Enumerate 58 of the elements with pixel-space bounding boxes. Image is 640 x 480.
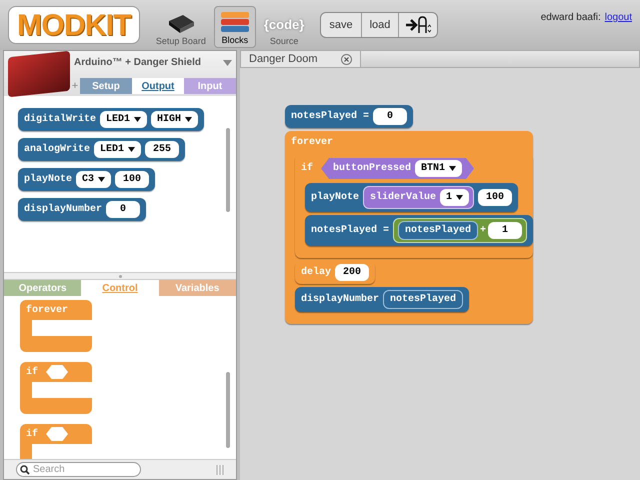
block-label: if: [301, 162, 314, 176]
command-block[interactable]: delay 200: [295, 261, 376, 284]
mode-button[interactable]: Setup Board: [152, 6, 210, 48]
command-block[interactable]: digitalWrite LED1 HIGH: [18, 108, 204, 131]
document-tab[interactable]: Danger Doom: [241, 51, 362, 67]
number-field[interactable]: 0: [373, 108, 408, 125]
dropdown-field[interactable]: HIGH: [151, 111, 198, 128]
code-glyph: {code}: [264, 16, 304, 34]
variable-block[interactable]: notesPlayed: [398, 221, 478, 240]
dropdown-field[interactable]: LED1: [100, 111, 148, 128]
number-field[interactable]: 255: [145, 141, 180, 158]
mode-button[interactable]: Blocks: [214, 6, 256, 48]
block-label: digitalWrite: [24, 112, 96, 127]
forever-block[interactable]: forever if buttonPressed BTN1 playNote sliderValue 1 100 notesPlayed = notesPlayed + 1 delay 200 displayNumber notesPlayed: [285, 131, 534, 324]
block-label: analogWrite: [24, 142, 90, 157]
block-label: forever: [291, 136, 334, 150]
block-label: forever: [26, 304, 68, 318]
number-field[interactable]: 0: [106, 201, 140, 218]
dropdown-field[interactable]: LED1: [94, 141, 142, 158]
board-dropdown[interactable]: Arduino™ + Danger Shield: [70, 51, 236, 74]
dropdown-field[interactable]: C3: [76, 171, 112, 188]
dropdown-field[interactable]: BTN1: [415, 160, 462, 177]
block-label: playNote: [311, 190, 360, 205]
dropdown-field[interactable]: 1: [440, 189, 470, 206]
mode-button[interactable]: {code} Source: [260, 6, 308, 48]
command-block[interactable]: displayNumber 0: [18, 198, 146, 221]
command-block[interactable]: notesPlayed = 0: [285, 105, 414, 128]
command-block[interactable]: playNote C3 100: [18, 168, 156, 191]
logout-link[interactable]: logout: [604, 10, 632, 25]
number-field[interactable]: 100: [478, 189, 512, 206]
block-label: sliderValue: [370, 190, 436, 205]
operator-symbol: +: [480, 224, 486, 238]
toolbar-button[interactable]: save: [321, 13, 362, 37]
category-tab[interactable]: Output: [132, 78, 184, 94]
condition-block[interactable]: buttonPressed BTN1: [321, 158, 474, 179]
block-label: notesPlayed =: [311, 224, 390, 238]
number-field[interactable]: 100: [115, 171, 150, 188]
number-field[interactable]: 1: [488, 222, 522, 239]
block-label: displayNumber: [301, 292, 380, 307]
block-label: playNote: [24, 172, 72, 187]
reporter-block[interactable]: sliderValue 1: [363, 186, 474, 209]
command-block[interactable]: playNote sliderValue 1 100: [305, 183, 518, 212]
block-label: buttonPressed: [333, 162, 412, 176]
operator-block[interactable]: notesPlayed + 1: [393, 218, 528, 243]
block-label: if: [26, 366, 38, 380]
block-label: notesPlayed =: [291, 110, 370, 124]
variable-block[interactable]: notesPlayed: [383, 290, 464, 309]
number-field[interactable]: 200: [335, 264, 370, 281]
toolbar-button[interactable]: load: [362, 13, 400, 37]
user-name: edward baafi:: [540, 11, 601, 25]
command-block[interactable]: notesPlayed = notesPlayed + 1: [305, 215, 534, 246]
search-field[interactable]: Search: [16, 462, 141, 477]
block-label: displayNumber: [24, 202, 102, 217]
command-block[interactable]: analogWrite LED1 255: [18, 138, 186, 161]
block-label: if: [26, 428, 38, 442]
block-label: delay: [301, 266, 332, 280]
if-block[interactable]: if buttonPressed BTN1 playNote sliderValue 1 100 notesPlayed = notesPlayed + 1: [295, 154, 534, 258]
command-block[interactable]: displayNumber notesPlayed: [295, 287, 470, 312]
